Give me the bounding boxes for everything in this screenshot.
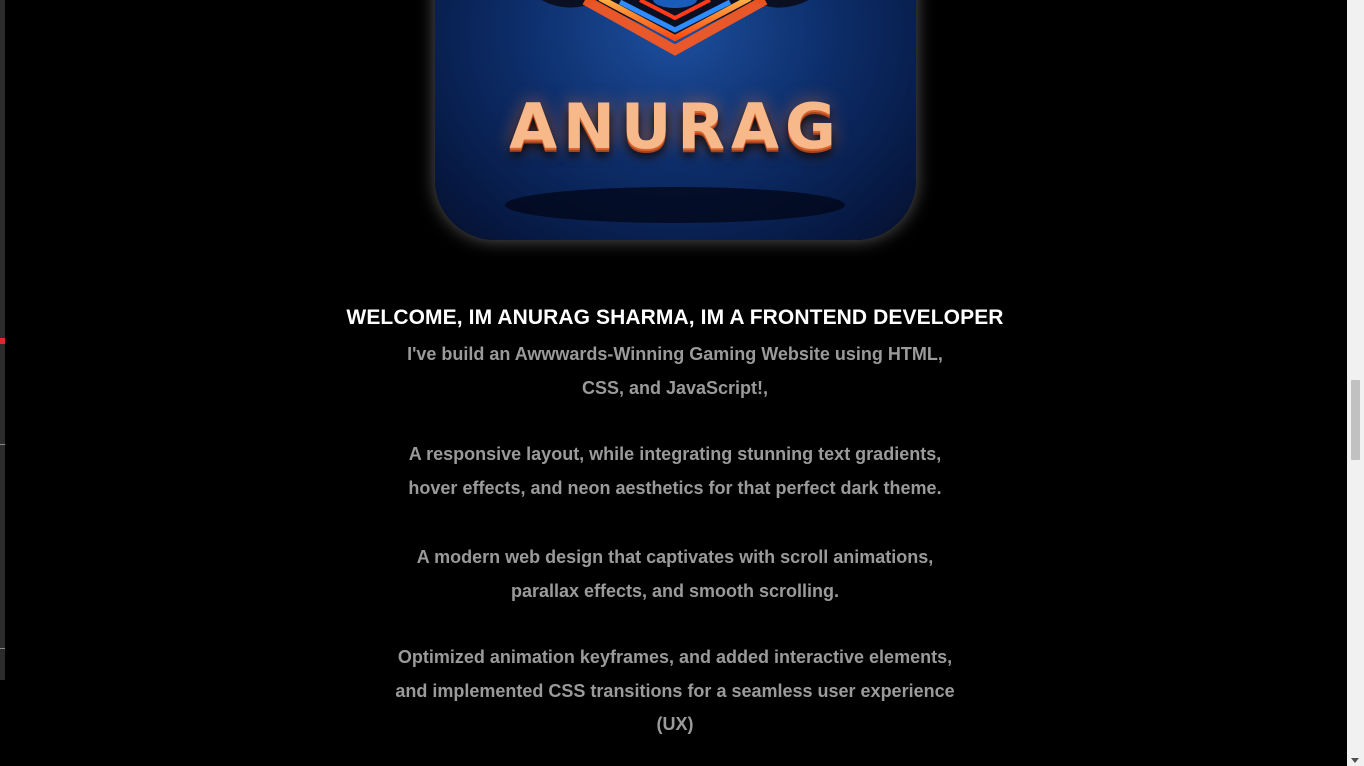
vertical-scrollbar[interactable] — [1347, 0, 1364, 766]
paragraph-line: A modern web design that captivates with… — [416, 547, 934, 567]
scrollbar-thumb[interactable] — [1351, 380, 1360, 460]
paragraph-line: hover effects, and neon aesthetics for t… — [408, 477, 942, 498]
paragraph-line: Optimized animation keyframes, and added… — [397, 647, 953, 667]
paragraph-line: CSS, and JavaScript!, — [581, 377, 769, 398]
optimization-paragraph: Optimized animation keyframes, and added… — [0, 641, 1350, 742]
paragraph-line: (UX) — [656, 714, 694, 734]
intro-paragraph: I've build an Awwwards-Winning Gaming We… — [0, 338, 1350, 405]
logo-wordmark: ANURAG — [509, 90, 842, 163]
anurag-logo-image: ANURAG — [435, 0, 916, 240]
paragraph-line: I've build an Awwwards-Winning Gaming We… — [407, 344, 943, 364]
scroll-down-arrow-icon[interactable] — [1351, 758, 1359, 763]
page-headline: WELCOME, IM ANURAG SHARMA, IM A FRONTEND… — [346, 306, 1004, 329]
responsive-paragraph: A responsive layout, while integrating s… — [0, 438, 1350, 505]
design-paragraph: A modern web design that captivates with… — [0, 541, 1350, 608]
paragraph-line: parallax effects, and smooth scrolling. — [510, 580, 840, 601]
paragraph-line: A responsive layout, while integrating s… — [408, 444, 942, 464]
paragraph-line: and implemented CSS transitions for a se… — [395, 680, 955, 701]
